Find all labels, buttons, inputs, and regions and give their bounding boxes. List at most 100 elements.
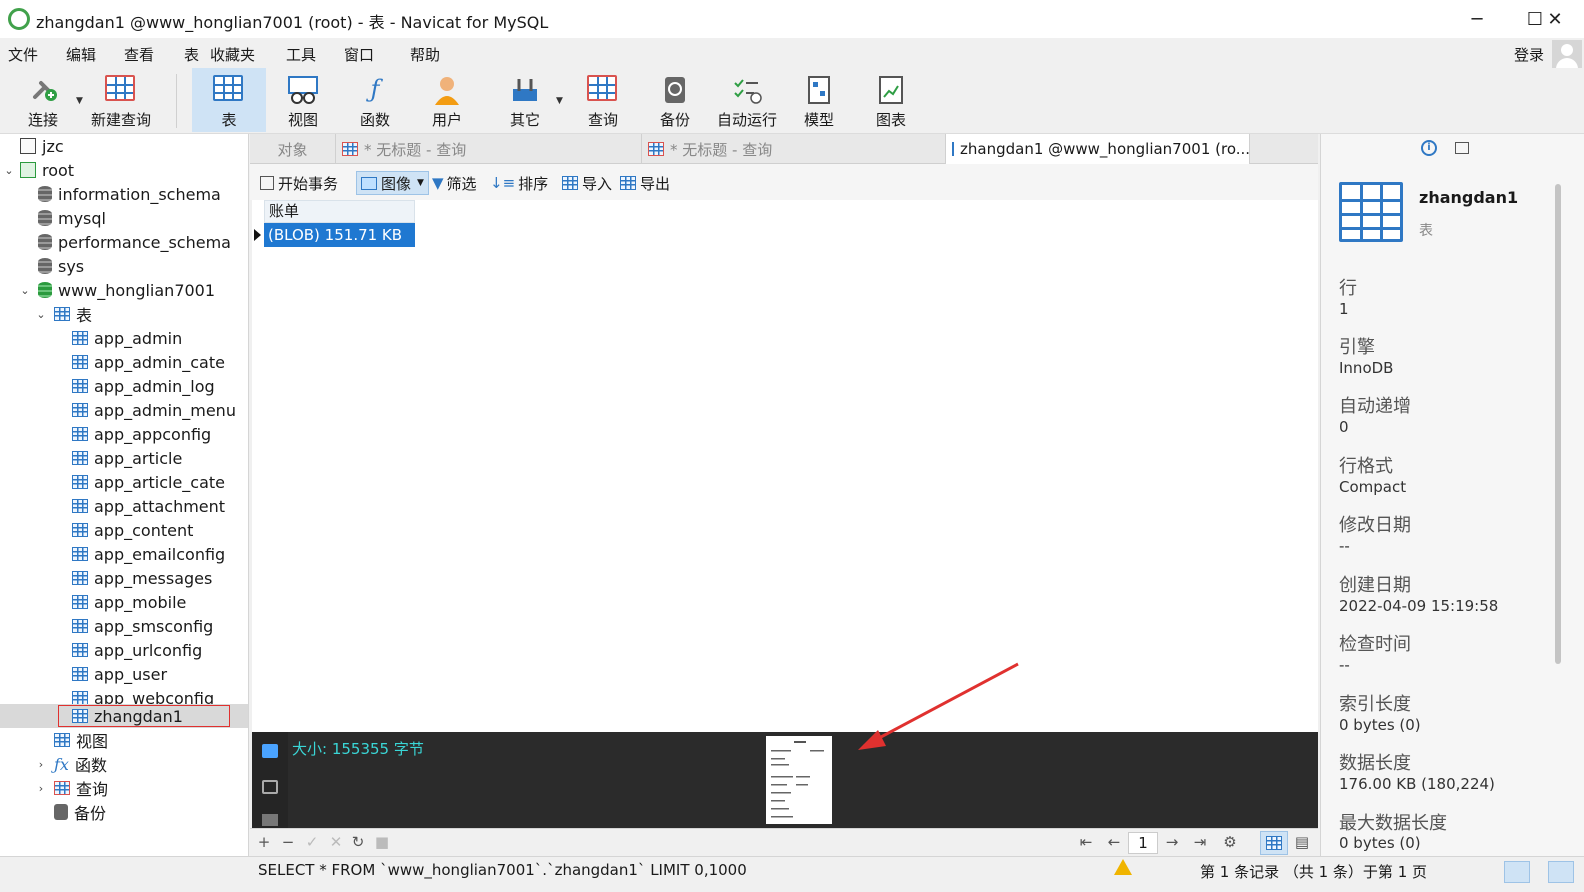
- login-link[interactable]: 登录: [1514, 44, 1544, 65]
- tree-item-root[interactable]: ⌄ root: [0, 158, 248, 182]
- settings-gear-icon[interactable]: ⚙: [1220, 833, 1240, 851]
- warning-icon[interactable]: [1114, 859, 1132, 875]
- tree-item-www-honglian7001[interactable]: ⌄ www_honglian7001: [0, 278, 248, 302]
- chevron-down-icon[interactable]: ⌄: [34, 308, 48, 321]
- tree-item-table[interactable]: app_admin_cate: [0, 350, 248, 374]
- tree-item-table[interactable]: app_attachment: [0, 494, 248, 518]
- chevron-right-icon[interactable]: ›: [34, 758, 48, 771]
- query-icon: [342, 142, 358, 156]
- tree-item-table[interactable]: app_mobile: [0, 590, 248, 614]
- tree-item-tables[interactable]: ⌄ 表: [0, 302, 248, 326]
- tree-item-table[interactable]: app_appconfig: [0, 422, 248, 446]
- tab-zhangdan1[interactable]: zhangdan1 @www_honglian7001 (ro...: [946, 134, 1250, 164]
- minimize-button[interactable]: ─: [1448, 0, 1506, 38]
- ddl-icon[interactable]: [1455, 142, 1469, 154]
- tree-item-table[interactable]: app_messages: [0, 566, 248, 590]
- prev-page-icon[interactable]: ←: [1104, 833, 1124, 851]
- tree-item-table[interactable]: app_admin_menu: [0, 398, 248, 422]
- tab-objects[interactable]: 对象: [250, 134, 336, 164]
- form-view-icon[interactable]: ▤: [1292, 833, 1312, 851]
- filter-button[interactable]: ▼ 筛选: [428, 171, 481, 195]
- tree-item-table[interactable]: app_article: [0, 446, 248, 470]
- other-dropdown-icon[interactable]: ▼: [556, 96, 563, 106]
- image-preview[interactable]: [766, 736, 832, 824]
- data-grid[interactable]: 账单 (BLOB) 151.71 KB: [252, 200, 1318, 732]
- user-button[interactable]: 用户: [410, 68, 484, 132]
- query-button[interactable]: 查询: [566, 68, 640, 132]
- table-button[interactable]: 表: [192, 68, 266, 132]
- object-info-panel: i zhangdan1 表 行 1 引擎 InnoDB 自动递增 0 行格式 C…: [1320, 134, 1584, 856]
- discard-icon[interactable]: ✕: [326, 833, 346, 851]
- toggle-right-panel-icon[interactable]: [1548, 861, 1574, 883]
- backup-button[interactable]: 备份: [638, 68, 712, 132]
- refresh-icon[interactable]: ↻: [348, 833, 368, 851]
- function-button[interactable]: ƒ 函数: [338, 68, 412, 132]
- begin-transaction-button[interactable]: 开始事务: [256, 171, 342, 195]
- tree-item-table[interactable]: app_emailconfig: [0, 542, 248, 566]
- tree-item-mysql[interactable]: mysql: [0, 206, 248, 230]
- toggle-left-panel-icon[interactable]: [1504, 861, 1530, 883]
- menu-table[interactable]: 表: [184, 44, 199, 65]
- tree-item-information-schema[interactable]: information_schema: [0, 182, 248, 206]
- tree-item-sys[interactable]: sys: [0, 254, 248, 278]
- other-button[interactable]: 其它: [488, 68, 562, 132]
- chevron-down-icon[interactable]: ⌄: [18, 284, 32, 297]
- tree-item-table[interactable]: app_smsconfig: [0, 614, 248, 638]
- tree-item-table[interactable]: app_admin: [0, 326, 248, 350]
- tree-item-label: app_urlconfig: [94, 640, 203, 660]
- column-header[interactable]: 账单: [264, 200, 415, 223]
- view-button[interactable]: 视图: [266, 68, 340, 132]
- tree-item-views[interactable]: 视图: [0, 728, 248, 752]
- grid-view-toggle[interactable]: [1260, 831, 1288, 855]
- import-button[interactable]: 导入: [558, 171, 616, 195]
- tree-item-table[interactable]: app_user: [0, 662, 248, 686]
- delete-icon[interactable]: [262, 814, 278, 826]
- chevron-down-icon[interactable]: ▼: [417, 178, 424, 188]
- menu-favorites[interactable]: 收藏夹: [210, 44, 255, 65]
- save-icon[interactable]: [262, 780, 278, 794]
- page-number-input[interactable]: 1: [1128, 832, 1158, 854]
- avatar[interactable]: [1552, 40, 1582, 70]
- tab-query-1[interactable]: * 无标题 - 查询: [336, 134, 642, 164]
- grid-cell[interactable]: (BLOB) 151.71 KB: [264, 223, 415, 247]
- menu-view[interactable]: 查看: [124, 44, 154, 65]
- tree-item-performance-schema[interactable]: performance_schema: [0, 230, 248, 254]
- menu-window[interactable]: 窗口: [344, 44, 374, 65]
- tree-item-functions[interactable]: › ƒx 函数: [0, 752, 248, 776]
- model-button[interactable]: 模型: [782, 68, 856, 132]
- tab-query-2[interactable]: * 无标题 - 查询: [642, 134, 946, 164]
- apply-icon[interactable]: ✓: [302, 833, 322, 851]
- chart-button[interactable]: 图表: [854, 68, 928, 132]
- image-view-button[interactable]: 图像 ▼: [356, 171, 429, 195]
- new-query-button[interactable]: 新建查询: [84, 68, 158, 132]
- connect-dropdown-icon[interactable]: ▼: [76, 96, 83, 106]
- menu-tools[interactable]: 工具: [286, 44, 316, 65]
- info-scrollbar[interactable]: [1555, 184, 1561, 664]
- delete-record-icon[interactable]: −: [278, 833, 298, 851]
- open-folder-icon[interactable]: [262, 744, 278, 758]
- menu-file[interactable]: 文件: [8, 44, 38, 65]
- tree-item-table[interactable]: app_urlconfig: [0, 638, 248, 662]
- tree-item-table[interactable]: app_admin_log: [0, 374, 248, 398]
- last-page-icon[interactable]: ⇥: [1190, 833, 1210, 851]
- tree-item-backups[interactable]: 备份: [0, 800, 248, 824]
- menu-edit[interactable]: 编辑: [66, 44, 96, 65]
- first-page-icon[interactable]: ⇤: [1076, 833, 1096, 851]
- close-button[interactable]: ✕: [1526, 0, 1584, 38]
- tree-item-queries[interactable]: › 查询: [0, 776, 248, 800]
- tree-item-table[interactable]: app_content: [0, 518, 248, 542]
- info-icon[interactable]: i: [1421, 140, 1437, 156]
- sort-button[interactable]: ↓≡ 排序: [486, 171, 552, 195]
- chevron-right-icon[interactable]: ›: [34, 782, 48, 795]
- connect-button[interactable]: 连接: [6, 68, 80, 132]
- auto-run-button[interactable]: 自动运行: [710, 68, 784, 132]
- export-button[interactable]: 导出: [616, 171, 674, 195]
- next-page-icon[interactable]: →: [1162, 833, 1182, 851]
- tree-item-table[interactable]: app_article_cate: [0, 470, 248, 494]
- tree-item-jzc[interactable]: jzc: [0, 134, 248, 158]
- menu-help[interactable]: 帮助: [410, 44, 440, 65]
- chevron-down-icon[interactable]: ⌄: [2, 164, 16, 177]
- stop-icon[interactable]: ■: [372, 833, 392, 851]
- tree-item-zhangdan1[interactable]: zhangdan1: [0, 704, 248, 728]
- add-record-icon[interactable]: +: [254, 833, 274, 851]
